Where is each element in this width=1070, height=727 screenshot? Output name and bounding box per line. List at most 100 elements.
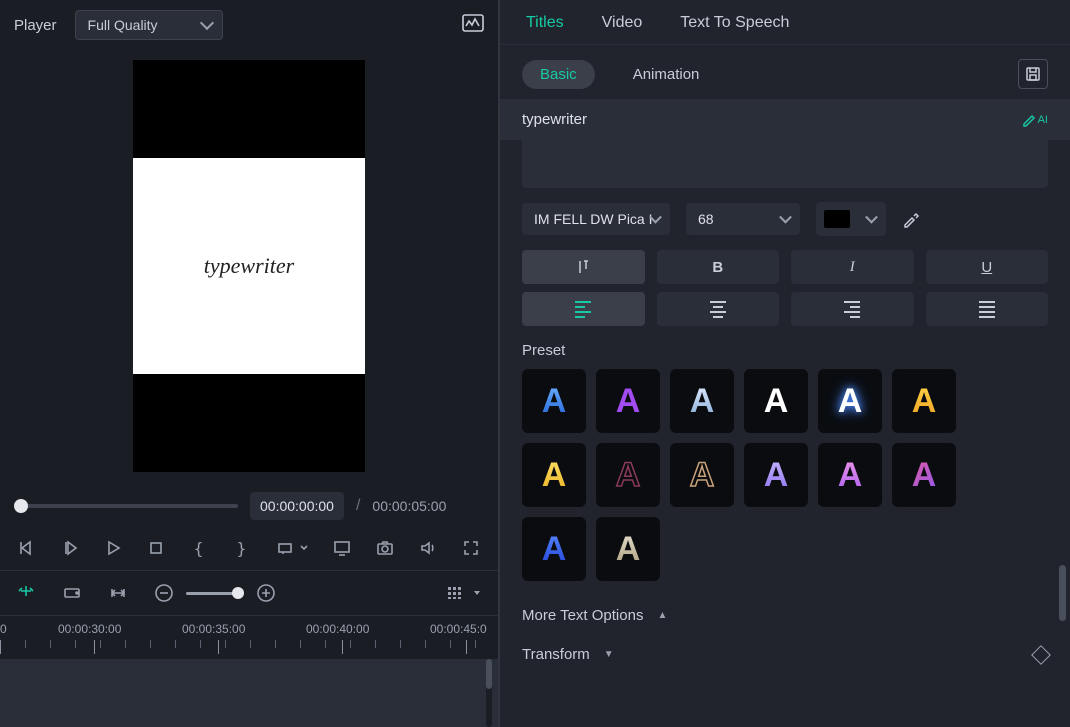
subtab-basic[interactable]: Basic xyxy=(522,60,595,89)
player-header: Player Full Quality xyxy=(0,0,498,50)
tracks-scrollbar[interactable] xyxy=(486,659,492,727)
preset-item[interactable]: A xyxy=(818,443,882,507)
tracks-area[interactable] xyxy=(0,659,498,727)
track-view-dropdown[interactable] xyxy=(472,588,482,598)
eyedropper-button[interactable] xyxy=(902,210,920,228)
aspect-dropdown[interactable] xyxy=(299,538,309,558)
stats-icon[interactable] xyxy=(462,14,484,37)
underline-button[interactable]: U xyxy=(926,250,1049,284)
ruler-label: 00:00:45:0 xyxy=(430,622,487,636)
zoom-in-button[interactable] xyxy=(256,583,276,603)
quality-select[interactable]: Full Quality xyxy=(75,10,223,40)
display-button[interactable] xyxy=(333,538,352,558)
keyframe-button[interactable] xyxy=(1031,645,1051,665)
font-controls: IM FELL DW Pica I 68 xyxy=(500,202,1070,250)
progress-slider[interactable] xyxy=(14,504,238,508)
font-size-select[interactable]: 68 xyxy=(686,203,800,235)
preview-text: typewriter xyxy=(204,253,294,279)
panel-subtabs: Basic Animation xyxy=(500,45,1070,99)
preset-item[interactable]: A xyxy=(670,443,734,507)
preset-item[interactable]: A xyxy=(744,443,808,507)
properties-panel: Titles Video Text To Speech Basic Animat… xyxy=(498,0,1070,727)
transport-buttons: { } xyxy=(0,530,498,570)
title-value: typewriter xyxy=(522,111,587,128)
save-preset-button[interactable] xyxy=(1018,59,1048,89)
preset-glyph: A xyxy=(764,456,789,495)
snapshot-button[interactable] xyxy=(376,538,395,558)
preset-grid: AAAAAAAAAAAAAA xyxy=(500,369,1070,597)
panel-scrollbar[interactable] xyxy=(1059,565,1066,621)
transform-label: Transform xyxy=(522,646,590,663)
preset-item[interactable]: A xyxy=(522,517,586,581)
preset-item[interactable]: A xyxy=(818,369,882,433)
step-back-button[interactable] xyxy=(61,538,80,558)
zoom-slider[interactable] xyxy=(186,592,244,595)
preview-area: typewriter xyxy=(0,50,498,482)
text-orientation-button[interactable] xyxy=(522,250,645,284)
aspect-button[interactable] xyxy=(275,538,295,558)
preset-glyph: A xyxy=(616,382,641,421)
font-family-select[interactable]: IM FELL DW Pica I xyxy=(522,203,670,235)
more-text-options-label: More Text Options xyxy=(522,607,643,624)
align-right-button[interactable] xyxy=(791,292,914,326)
preset-item[interactable]: A xyxy=(670,369,734,433)
preset-item[interactable]: A xyxy=(892,443,956,507)
font-color-select[interactable] xyxy=(816,202,886,236)
preset-glyph: A xyxy=(542,456,567,495)
preset-glyph: A xyxy=(912,456,937,495)
preset-glyph: A xyxy=(838,382,863,421)
preset-item[interactable]: A xyxy=(744,369,808,433)
magnet-button[interactable] xyxy=(16,583,36,603)
link-button[interactable] xyxy=(62,583,82,603)
more-text-options[interactable]: More Text Options ▲ xyxy=(500,597,1070,634)
zoom-out-button[interactable] xyxy=(154,583,174,603)
zoom-thumb[interactable] xyxy=(232,587,244,599)
volume-button[interactable] xyxy=(418,538,437,558)
progress-thumb[interactable] xyxy=(14,499,28,513)
ruler-label: 00:00:40:00 xyxy=(306,622,369,636)
fullscreen-button[interactable] xyxy=(461,538,480,558)
prev-frame-button[interactable] xyxy=(18,538,37,558)
text-input[interactable] xyxy=(522,140,1048,188)
timeline-ruler[interactable]: 0 00:00:30:00 00:00:35:00 00:00:40:00 00… xyxy=(0,615,498,659)
preset-glyph: A xyxy=(912,382,937,421)
brace-open-button[interactable]: { xyxy=(189,538,208,558)
preset-item[interactable]: A xyxy=(596,443,660,507)
tracks-scrollbar-thumb[interactable] xyxy=(486,659,492,689)
fit-button[interactable] xyxy=(108,583,128,603)
subtab-animation[interactable]: Animation xyxy=(615,60,718,89)
play-button[interactable] xyxy=(104,538,123,558)
preset-item[interactable]: A xyxy=(596,369,660,433)
tab-titles[interactable]: Titles xyxy=(526,14,564,32)
preset-item[interactable]: A xyxy=(522,369,586,433)
preset-label: Preset xyxy=(500,342,1070,369)
track-view-button[interactable] xyxy=(446,584,464,602)
preset-glyph: A xyxy=(542,530,567,569)
chevron-up-icon: ▲ xyxy=(657,610,667,621)
title-value-row: typewriter AI xyxy=(500,99,1070,140)
bold-button[interactable]: B xyxy=(657,250,780,284)
preset-item[interactable]: A xyxy=(522,443,586,507)
align-left-button[interactable] xyxy=(522,292,645,326)
align-center-button[interactable] xyxy=(657,292,780,326)
preset-glyph: A xyxy=(764,382,789,421)
preset-item[interactable]: A xyxy=(892,369,956,433)
ai-icon[interactable]: AI xyxy=(1021,112,1048,128)
panel-tabs: Titles Video Text To Speech xyxy=(500,0,1070,45)
brace-close-button[interactable]: } xyxy=(232,538,251,558)
italic-button[interactable]: I xyxy=(791,250,914,284)
chevron-down-icon[interactable]: ▼ xyxy=(604,649,614,660)
preview-canvas[interactable]: typewriter xyxy=(133,60,365,472)
tab-tts[interactable]: Text To Speech xyxy=(680,14,789,32)
align-justify-button[interactable] xyxy=(926,292,1049,326)
preset-item[interactable]: A xyxy=(596,517,660,581)
color-swatch xyxy=(824,210,850,228)
preset-glyph: A xyxy=(690,382,715,421)
preset-glyph: A xyxy=(616,530,641,569)
time-sep: / xyxy=(356,497,360,515)
preview-content: typewriter xyxy=(133,158,365,374)
tab-video[interactable]: Video xyxy=(602,14,643,32)
player-label: Player xyxy=(14,17,57,34)
stop-button[interactable] xyxy=(146,538,165,558)
time-total: 00:00:05:00 xyxy=(372,498,446,514)
